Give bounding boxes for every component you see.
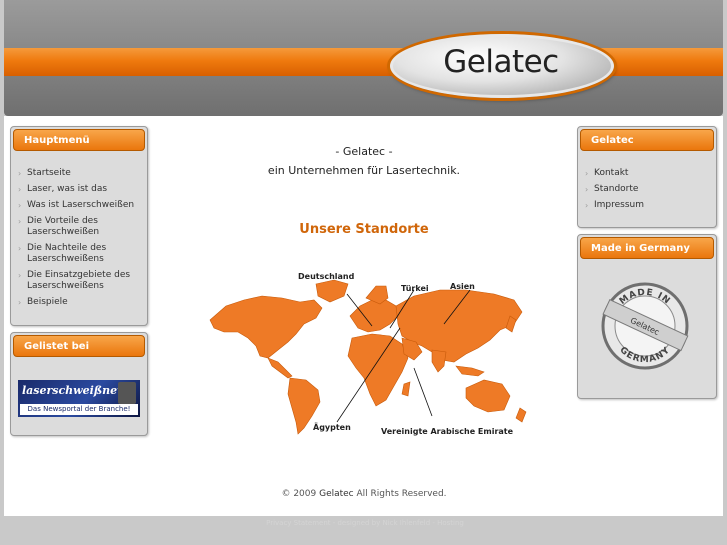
copyright-brand-link[interactable]: Gelatec <box>319 489 354 499</box>
world-map <box>209 279 527 435</box>
label-asien: Asien <box>450 282 475 291</box>
arrow-icon: › <box>18 244 22 253</box>
arrow-icon: › <box>18 298 22 307</box>
copyright-text: All Rights Reserved. <box>356 489 447 499</box>
map-title: Unsere Standorte <box>299 222 429 237</box>
new-zealand <box>515 407 527 423</box>
indonesia <box>455 365 485 377</box>
main-menu-title: Hauptmenü <box>13 129 145 151</box>
gelatec-links: › Kontakt › Standorte › Impressum <box>585 168 714 216</box>
laserschweissnews-banner[interactable]: laserschweißnews Das Newsportal der Bran… <box>18 380 140 417</box>
label-tuerkei: Türkei <box>401 284 429 293</box>
made-in-germany-title: Made in Germany <box>580 237 714 259</box>
pointer-line-vae <box>413 367 433 417</box>
arrow-icon: › <box>585 169 589 178</box>
listed-box: Gelistet bei laserschweißnews Das Newspo… <box>10 332 148 436</box>
india <box>431 349 447 373</box>
made-in-germany-seal: MADE IN GERMANY Gelatec <box>601 282 689 370</box>
banner-image <box>118 382 136 404</box>
copyright: © 2009 Gelatec All Rights Reserved. <box>244 489 484 499</box>
link-impressum[interactable]: › Impressum <box>585 200 714 211</box>
arrow-icon: › <box>18 217 22 226</box>
link-standorte[interactable]: › Standorte <box>585 184 714 195</box>
arrow-icon: › <box>18 169 22 178</box>
header-stripe <box>4 48 723 76</box>
arrow-icon: › <box>18 271 22 280</box>
gelatec-box: Gelatec › Kontakt › Standorte › Impressum <box>577 126 717 228</box>
listed-title: Gelistet bei <box>13 335 145 357</box>
continent-australia <box>465 379 511 413</box>
banner-subtitle: Das Newsportal der Branche! <box>20 404 138 415</box>
continent-north-america <box>209 295 323 359</box>
arrow-icon: › <box>585 185 589 194</box>
made-in-germany-box: Made in Germany MADE IN GERMANY Gelatec <box>577 234 717 399</box>
copyright-year: © 2009 <box>281 489 317 499</box>
main-menu: › Startseite › Laser, was ist das › Was ist… <box>18 168 147 313</box>
arrow-icon: › <box>585 201 589 210</box>
logo-text[interactable]: Gelatec <box>436 44 566 80</box>
label-vae: Vereinigte Arabische Emirate <box>381 427 514 436</box>
menu-item-laserschweissen[interactable]: › Was ist Laserschweißen <box>18 200 147 211</box>
label-aegypten: Ägypten <box>313 423 351 432</box>
content-area: Hauptmenü › Startseite › Laser, was ist da… <box>4 116 723 516</box>
arrow-icon: › <box>18 201 22 210</box>
intro-company: - Gelatec - <box>335 145 393 158</box>
menu-item-vorteile[interactable]: › Die Vorteile des Laserschweißen <box>18 216 147 238</box>
continent-africa <box>347 333 409 407</box>
link-kontakt[interactable]: › Kontakt <box>585 168 714 179</box>
continent-central-america <box>267 357 293 379</box>
main-menu-box: Hauptmenü › Startseite › Laser, was ist da… <box>10 126 148 326</box>
menu-item-beispiele[interactable]: › Beispiele <box>18 297 147 308</box>
madagascar <box>401 381 411 397</box>
label-deutschland: Deutschland <box>298 272 355 281</box>
banner-title: laserschweißnews <box>22 384 133 397</box>
gelatec-box-title: Gelatec <box>580 129 714 151</box>
greenland <box>315 279 349 303</box>
bottom-credits[interactable]: Privacy Statement - designed by Nick Ihl… <box>240 519 490 527</box>
menu-item-startseite[interactable]: › Startseite <box>18 168 147 179</box>
arrow-icon: › <box>18 185 22 194</box>
menu-item-laser[interactable]: › Laser, was ist das <box>18 184 147 195</box>
menu-item-einsatzgebiete[interactable]: › Die Einsatzgebiete des Laserschweißens <box>18 270 147 292</box>
menu-item-nachteile[interactable]: › Die Nachteile des Laserschweißens <box>18 243 147 265</box>
intro-tagline: ein Unternehmen für Lasertechnik. <box>267 164 461 177</box>
